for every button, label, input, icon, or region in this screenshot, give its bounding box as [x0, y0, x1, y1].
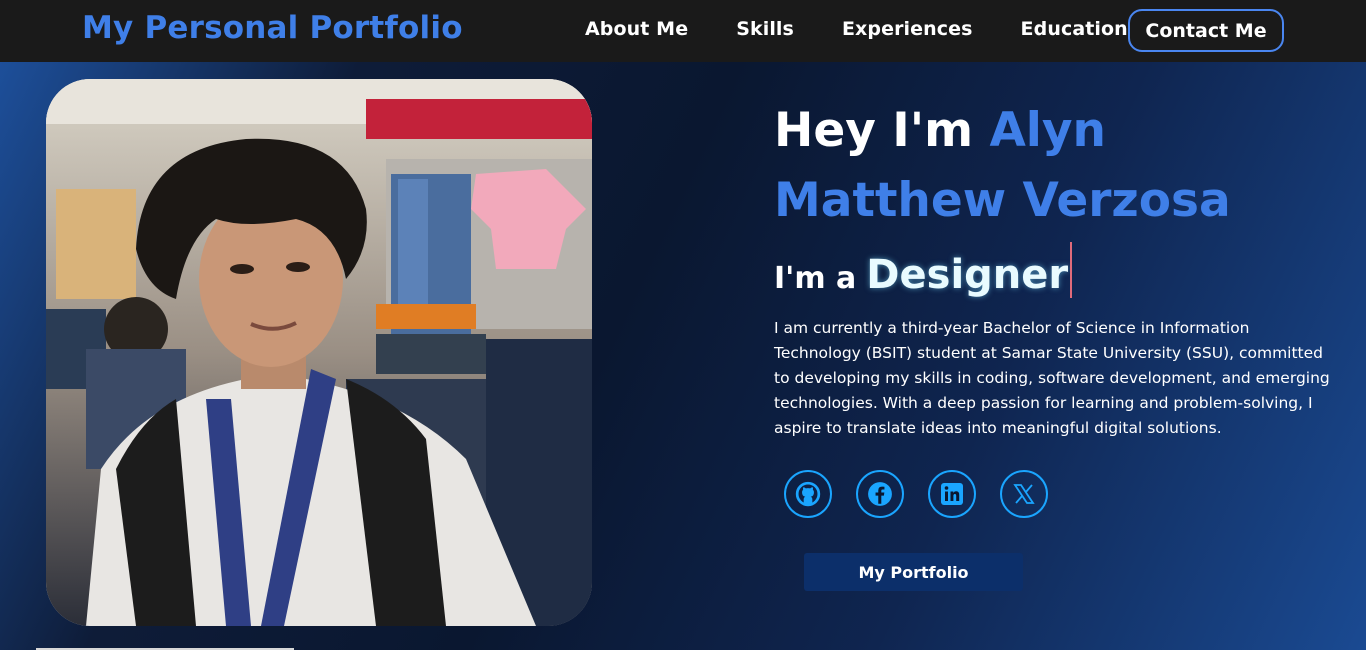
nav-link-about[interactable]: About Me	[585, 18, 688, 40]
nav-link-skills[interactable]: Skills	[736, 18, 794, 40]
role-prefix: I'm a	[774, 261, 857, 296]
profile-photo	[46, 79, 592, 626]
site-brand[interactable]: My Personal Portfolio	[82, 10, 463, 46]
linkedin-icon	[941, 483, 963, 505]
social-links	[784, 470, 1048, 518]
x-icon	[1013, 484, 1035, 504]
my-portfolio-button[interactable]: My Portfolio	[804, 553, 1023, 591]
hero-heading: Hey I'm Alyn Matthew Verzosa	[774, 96, 1334, 236]
github-icon	[795, 481, 821, 507]
nav-link-experiences[interactable]: Experiences	[842, 18, 973, 40]
contact-button[interactable]: Contact Me	[1128, 9, 1284, 52]
github-link[interactable]	[784, 470, 832, 518]
nav-links: About Me Skills Experiences Education	[585, 18, 1176, 40]
linkedin-link[interactable]	[928, 470, 976, 518]
hero-section: Hey I'm Alyn Matthew Verzosa I'm a Desig…	[0, 62, 1366, 650]
role-typed-text: Designer	[866, 252, 1069, 298]
x-link[interactable]	[1000, 470, 1048, 518]
greeting-prefix: Hey I'm	[774, 103, 990, 158]
facebook-icon	[868, 482, 892, 506]
typing-cursor	[1070, 242, 1073, 298]
intro-block: Hey I'm Alyn Matthew Verzosa I'm a Desig…	[774, 96, 1334, 441]
role-line: I'm a Designer	[774, 242, 1334, 298]
facebook-link[interactable]	[856, 470, 904, 518]
nav-link-education[interactable]: Education	[1021, 18, 1128, 40]
navbar: My Personal Portfolio About Me Skills Ex…	[0, 0, 1366, 62]
bio-paragraph: I am currently a third-year Bachelor of …	[774, 319, 1330, 437]
